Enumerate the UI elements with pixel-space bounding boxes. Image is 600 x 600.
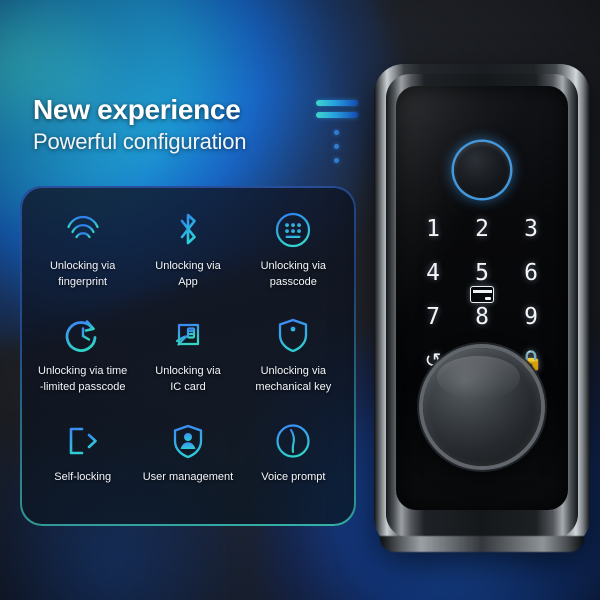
keypad-key-4[interactable]: 4 [416, 260, 450, 286]
smart-door-lock: 1 2 3 4 5 6 7 8 9 ↺ □ 🔒 [374, 64, 590, 552]
keypad-row: 7 8 9 [416, 304, 548, 330]
decorative-bar [316, 100, 358, 106]
feature-label: Unlocking via passcode [260, 260, 327, 288]
keypad-row: 4 5 6 [416, 260, 548, 303]
decorative-marks [316, 100, 358, 172]
keypad-key-6[interactable]: 6 [514, 260, 548, 286]
voice-prompt-icon [274, 419, 312, 463]
feature-label: Self-locking [54, 470, 112, 483]
feature-item: Unlocking via IC card [135, 305, 240, 410]
ic-card-icon [169, 313, 207, 357]
bluetooth-icon [173, 208, 203, 252]
page-subtitle: Powerful configuration [33, 128, 247, 154]
feature-label: Unlocking via time -limited passcode [38, 365, 128, 394]
feature-label: Unlocking via IC card [155, 365, 221, 394]
keypad-key-5[interactable]: 5 [465, 260, 499, 286]
features-panel: Unlocking via fingerprint Unlocking via … [20, 186, 356, 526]
decorative-bar [316, 112, 358, 118]
feature-item: Unlocking via passcode [241, 200, 346, 305]
features-grid: Unlocking via fingerprint Unlocking via … [30, 200, 346, 516]
feature-item: Voice prompt [241, 411, 346, 516]
fingerprint-sensor[interactable] [454, 142, 510, 198]
decorative-dot [334, 130, 339, 135]
shield-key-icon [276, 313, 310, 357]
decorative-dot [334, 144, 339, 149]
keypad-key-8[interactable]: 8 [465, 304, 499, 330]
exit-arrow-icon [64, 419, 102, 463]
feature-item: Unlocking via App [135, 200, 240, 305]
feature-item: Unlocking via mechanical key [241, 305, 346, 410]
keypad-row: 1 2 3 [416, 216, 548, 242]
feature-label: User management [142, 470, 234, 483]
feature-label: Unlocking via App [155, 260, 221, 288]
decorative-dot-group [334, 130, 358, 163]
product-promo-image: New experience Powerful configuration Un… [0, 0, 600, 600]
feature-item: Unlocking via time -limited passcode [30, 305, 135, 410]
lock-glass-panel: 1 2 3 4 5 6 7 8 9 ↺ □ 🔒 [396, 86, 568, 510]
keypad-key-2[interactable]: 2 [465, 216, 499, 242]
keypad-key-3[interactable]: 3 [514, 216, 548, 242]
keypad-key-7[interactable]: 7 [416, 304, 450, 330]
feature-label: Voice prompt [261, 470, 326, 483]
lock-base-edge [380, 536, 584, 552]
page-title: New experience [33, 94, 241, 125]
keypad-key-9[interactable]: 9 [514, 304, 548, 330]
feature-item: User management [135, 411, 240, 516]
user-shield-icon [171, 419, 205, 463]
card-reader-icon [470, 286, 494, 303]
feature-item: Self-locking [30, 411, 135, 516]
keypad-key-1[interactable]: 1 [416, 216, 450, 242]
passcode-keypad-icon [274, 208, 312, 252]
clock-timer-icon [64, 313, 102, 357]
feature-label: Unlocking via mechanical key [255, 365, 332, 394]
decorative-dot [334, 158, 339, 163]
rotary-knob[interactable] [423, 348, 541, 466]
feature-label: Unlocking via fingerprint [49, 260, 116, 288]
fingerprint-icon [65, 208, 101, 252]
headline-block: New experience Powerful configuration [33, 95, 333, 154]
feature-item: Unlocking via fingerprint [30, 200, 135, 305]
